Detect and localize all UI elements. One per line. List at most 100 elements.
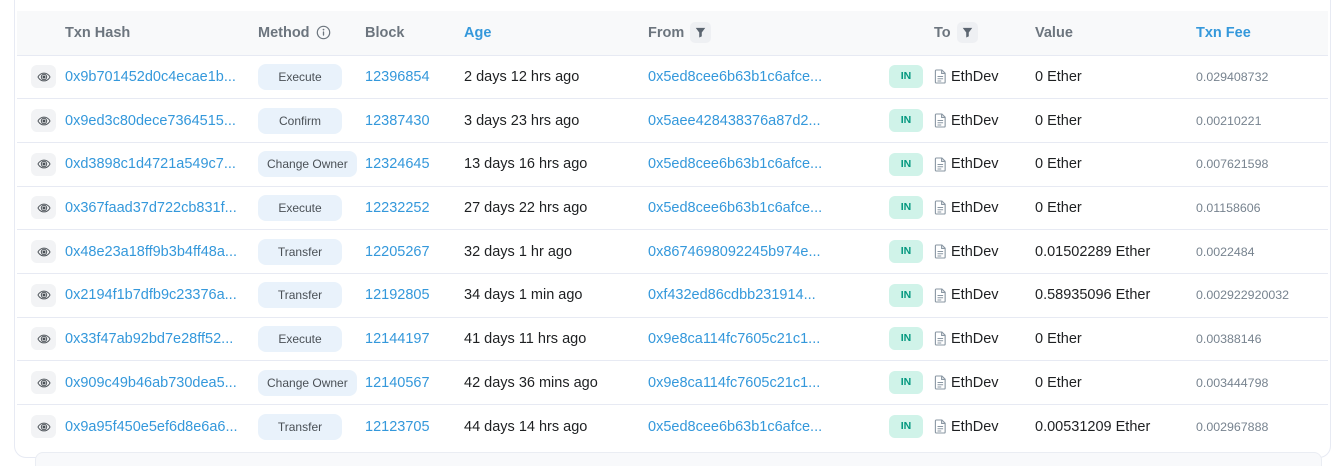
col-from: From [643,11,881,55]
txn-fee-sort-link[interactable]: Txn Fee [1196,25,1251,41]
cell-txn-fee: 0.002922920032 [1191,273,1328,317]
cell-value: 0.58935096 Ether [1030,273,1191,317]
block-link[interactable]: 12192805 [365,287,430,303]
col-txn-hash: Txn Hash [60,11,253,55]
age-text: 42 days 36 mins ago [464,375,598,391]
cell-age: 34 days 1 min ago [459,273,643,317]
from-address-link[interactable]: 0x9e8ca114fc7605c21c1... [648,375,820,391]
from-address-link[interactable]: 0x5ed8cee6b63b1c6afce... [648,156,822,172]
txn-hash-link[interactable]: 0x909c49b46ab730dea5... [65,375,237,391]
value-text: 0 Ether [1035,331,1082,347]
preview-eye-button[interactable] [31,327,56,350]
to-address-link[interactable]: EthDev [934,331,1026,347]
txn-hash-link[interactable]: 0x9b701452d0c4ecae1b... [65,69,236,85]
method-badge: Change Owner [258,370,357,396]
preview-eye-button[interactable] [31,240,56,263]
cell-direction: IN [881,55,929,99]
funnel-filter-icon [962,27,973,38]
cell-value: 0 Ether [1030,317,1191,361]
value-text: 0.00531209 Ether [1035,419,1150,435]
cell-value: 0.01502289 Ether [1030,230,1191,274]
table-row: 0x909c49b46ab730dea5... Change Owner 121… [17,361,1328,405]
from-address-link[interactable]: 0x5ed8cee6b63b1c6afce... [648,419,822,435]
col-method: Method [253,11,360,55]
to-address-link[interactable]: EthDev [934,69,1026,85]
cell-txn-hash: 0xd3898c1d4721a549c7... [60,142,253,186]
value-text: 0 Ether [1035,200,1082,216]
method-badge: Confirm [258,108,342,134]
block-link[interactable]: 12140567 [365,375,430,391]
from-filter-button[interactable] [690,22,711,43]
col-txn-hash-label: Txn Hash [65,25,130,41]
block-link[interactable]: 12144197 [365,331,430,347]
to-address-link[interactable]: EthDev [934,113,1026,129]
cell-method: Transfer [253,405,360,449]
block-link[interactable]: 12396854 [365,69,430,85]
cell-value: 0 Ether [1030,55,1191,99]
cell-txn-hash: 0x367faad37d722cb831f... [60,186,253,230]
txn-hash-link[interactable]: 0x2194f1b7dfb9c23376a... [65,287,237,303]
from-address-link[interactable]: 0xf432ed86cdbb231914... [648,287,816,303]
col-txn-fee: Txn Fee [1191,11,1328,55]
age-sort-link[interactable]: Age [464,25,491,41]
preview-eye-button[interactable] [31,153,56,176]
cell-age: 27 days 22 hrs ago [459,186,643,230]
cell-block: 12192805 [360,273,459,317]
txn-fee-text: 0.01158606 [1196,201,1261,215]
txn-hash-link[interactable]: 0x33f47ab92bd7e28ff52... [65,331,233,347]
preview-eye-button[interactable] [31,415,56,438]
to-address-link[interactable]: EthDev [934,156,1026,172]
block-link[interactable]: 12232252 [365,200,430,216]
cell-preview [17,99,60,143]
preview-eye-button[interactable] [31,65,56,88]
txn-hash-link[interactable]: 0x9ed3c80dece7364515... [65,113,236,129]
block-link[interactable]: 12387430 [365,113,430,129]
method-badge: Transfer [258,414,342,440]
info-circle-icon[interactable] [316,25,331,40]
table-row: 0x33f47ab92bd7e28ff52... Execute 1214419… [17,317,1328,361]
contract-file-icon [934,157,947,172]
cell-txn-fee: 0.029408732 [1191,55,1328,99]
cell-method: Transfer [253,273,360,317]
col-from-label: From [648,25,684,41]
to-name-text: EthDev [951,113,999,129]
txn-hash-link[interactable]: 0x48e23a18ff9b3b4ff48a... [65,244,237,260]
col-value-label: Value [1035,25,1073,41]
contract-file-icon [934,331,947,346]
cell-method: Execute [253,55,360,99]
direction-badge: IN [889,240,923,263]
from-address-link[interactable]: 0x9e8ca114fc7605c21c1... [648,331,820,347]
to-address-link[interactable]: EthDev [934,419,1026,435]
preview-eye-button[interactable] [31,196,56,219]
block-link[interactable]: 12324645 [365,156,430,172]
eye-icon [37,114,51,128]
from-address-link[interactable]: 0x8674698092245b974e... [648,244,821,260]
txn-fee-text: 0.007621598 [1196,157,1268,171]
block-link[interactable]: 12123705 [365,419,430,435]
to-address-link[interactable]: EthDev [934,287,1026,303]
preview-eye-button[interactable] [31,109,56,132]
cell-block: 12140567 [360,361,459,405]
to-address-link[interactable]: EthDev [934,244,1026,260]
txn-hash-link[interactable]: 0x367faad37d722cb831f... [65,200,237,216]
cell-txn-hash: 0x909c49b46ab730dea5... [60,361,253,405]
contract-file-icon [934,244,947,259]
from-address-link[interactable]: 0x5ed8cee6b63b1c6afce... [648,69,822,85]
direction-badge: IN [889,109,923,132]
to-address-link[interactable]: EthDev [934,375,1026,391]
cell-preview [17,142,60,186]
to-name-text: EthDev [951,419,999,435]
cell-txn-fee: 0.003444798 [1191,361,1328,405]
eye-icon [37,376,51,390]
preview-eye-button[interactable] [31,371,56,394]
cell-txn-fee: 0.007621598 [1191,142,1328,186]
from-address-link[interactable]: 0x5aee428438376a87d2... [648,113,821,129]
to-filter-button[interactable] [957,22,978,43]
from-address-link[interactable]: 0x5ed8cee6b63b1c6afce... [648,200,822,216]
to-name-text: EthDev [951,287,999,303]
txn-hash-link[interactable]: 0xd3898c1d4721a549c7... [65,156,236,172]
preview-eye-button[interactable] [31,284,56,307]
to-address-link[interactable]: EthDev [934,200,1026,216]
txn-hash-link[interactable]: 0x9a95f450e5ef6d8e6a6... [65,419,238,435]
block-link[interactable]: 12205267 [365,244,430,260]
